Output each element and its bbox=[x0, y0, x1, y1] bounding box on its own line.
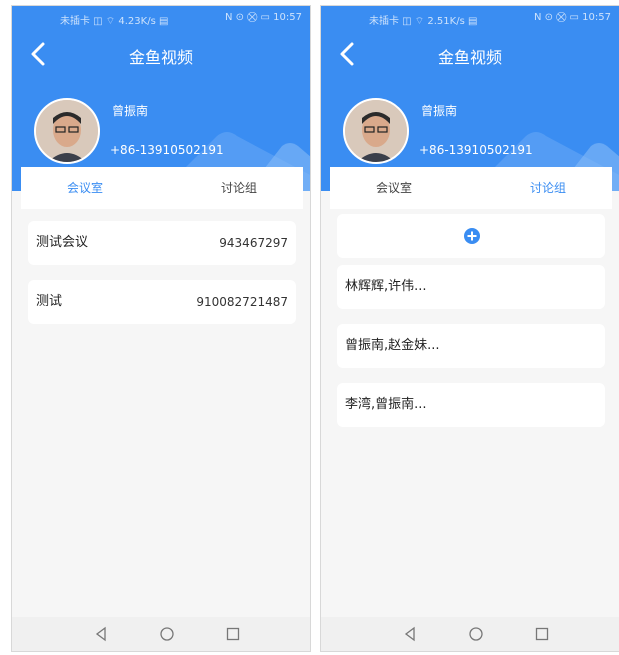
meeting-name: 测试 bbox=[36, 294, 63, 309]
tab-bar: 会议室 讨论组 bbox=[21, 167, 303, 209]
tab-meeting-room[interactable]: 会议室 bbox=[334, 167, 454, 209]
meeting-item[interactable]: 测试 910082721487 bbox=[28, 280, 296, 324]
phone-screen-groups: 未插卡 ◫ ⌔ 2.51K/s ▤ N ⊙ ⛒ ▭ 10:57 金鱼视频 曾振南… bbox=[320, 5, 619, 652]
nav-home-button[interactable] bbox=[468, 626, 484, 642]
system-nav-bar bbox=[12, 617, 310, 651]
user-name: 曾振南 bbox=[112, 104, 149, 118]
back-triangle-icon bbox=[95, 626, 106, 642]
meeting-name: 测试会议 bbox=[36, 235, 89, 250]
nav-recents-button[interactable] bbox=[225, 626, 241, 642]
group-name: 林辉辉,许伟... bbox=[345, 279, 427, 294]
group-name: 李湾,曾振南... bbox=[345, 397, 427, 412]
nav-home-button[interactable] bbox=[159, 626, 175, 642]
status-bar: 未插卡 ◫ ⌔ 4.23K/s ▤ N ⊙ ⛒ ▭ 10:57 bbox=[12, 12, 310, 28]
user-phone: +86-13910502191 bbox=[110, 143, 224, 157]
home-circle-icon bbox=[469, 627, 483, 641]
status-left: 未插卡 ◫ ⌔ 2.51K/s ▤ bbox=[369, 16, 478, 27]
phone-screen-meetings: 未插卡 ◫ ⌔ 4.23K/s ▤ N ⊙ ⛒ ▭ 10:57 金鱼视频 曾振南… bbox=[11, 5, 311, 652]
back-triangle-icon bbox=[404, 626, 415, 642]
app-title: 金鱼视频 bbox=[437, 48, 502, 67]
recents-square-icon bbox=[535, 627, 549, 641]
tab-discussion-group[interactable]: 讨论组 bbox=[488, 167, 608, 209]
user-name: 曾振南 bbox=[421, 104, 458, 118]
app-header: 未插卡 ◫ ⌔ 4.23K/s ▤ N ⊙ ⛒ ▭ 10:57 金鱼视频 曾振南… bbox=[12, 6, 310, 191]
status-left: 未插卡 ◫ ⌔ 4.23K/s ▤ bbox=[60, 16, 169, 27]
user-phone: +86-13910502191 bbox=[419, 143, 533, 157]
system-nav-bar bbox=[321, 617, 619, 651]
status-right: N ⊙ ⛒ ▭ 10:57 bbox=[224, 12, 302, 23]
app-title: 金鱼视频 bbox=[128, 48, 193, 67]
group-name: 曾振南,赵金妹... bbox=[345, 338, 440, 353]
nav-recents-button[interactable] bbox=[534, 626, 550, 642]
tab-meeting-room[interactable]: 会议室 bbox=[25, 167, 145, 209]
nav-back-button[interactable] bbox=[402, 626, 418, 642]
meeting-item[interactable]: 测试会议 943467297 bbox=[28, 221, 296, 265]
tab-bar: 会议室 讨论组 bbox=[330, 167, 612, 209]
meeting-id: 910082721487 bbox=[196, 295, 288, 309]
group-item[interactable]: 曾振南,赵金妹... bbox=[337, 324, 605, 368]
meeting-id: 943467297 bbox=[219, 236, 288, 250]
app-header: 未插卡 ◫ ⌔ 2.51K/s ▤ N ⊙ ⛒ ▭ 10:57 金鱼视频 曾振南… bbox=[321, 6, 619, 191]
recents-square-icon bbox=[226, 627, 240, 641]
plus-circle-icon bbox=[464, 228, 480, 244]
add-group-button[interactable] bbox=[337, 214, 605, 258]
tab-discussion-group[interactable]: 讨论组 bbox=[179, 167, 299, 209]
nav-back-button[interactable] bbox=[93, 626, 109, 642]
group-item[interactable]: 李湾,曾振南... bbox=[337, 383, 605, 427]
group-item[interactable]: 林辉辉,许伟... bbox=[337, 265, 605, 309]
status-bar: 未插卡 ◫ ⌔ 2.51K/s ▤ N ⊙ ⛒ ▭ 10:57 bbox=[321, 12, 619, 28]
home-circle-icon bbox=[160, 627, 174, 641]
avatar bbox=[343, 98, 409, 164]
avatar bbox=[34, 98, 100, 164]
status-right: N ⊙ ⛒ ▭ 10:57 bbox=[533, 12, 611, 23]
